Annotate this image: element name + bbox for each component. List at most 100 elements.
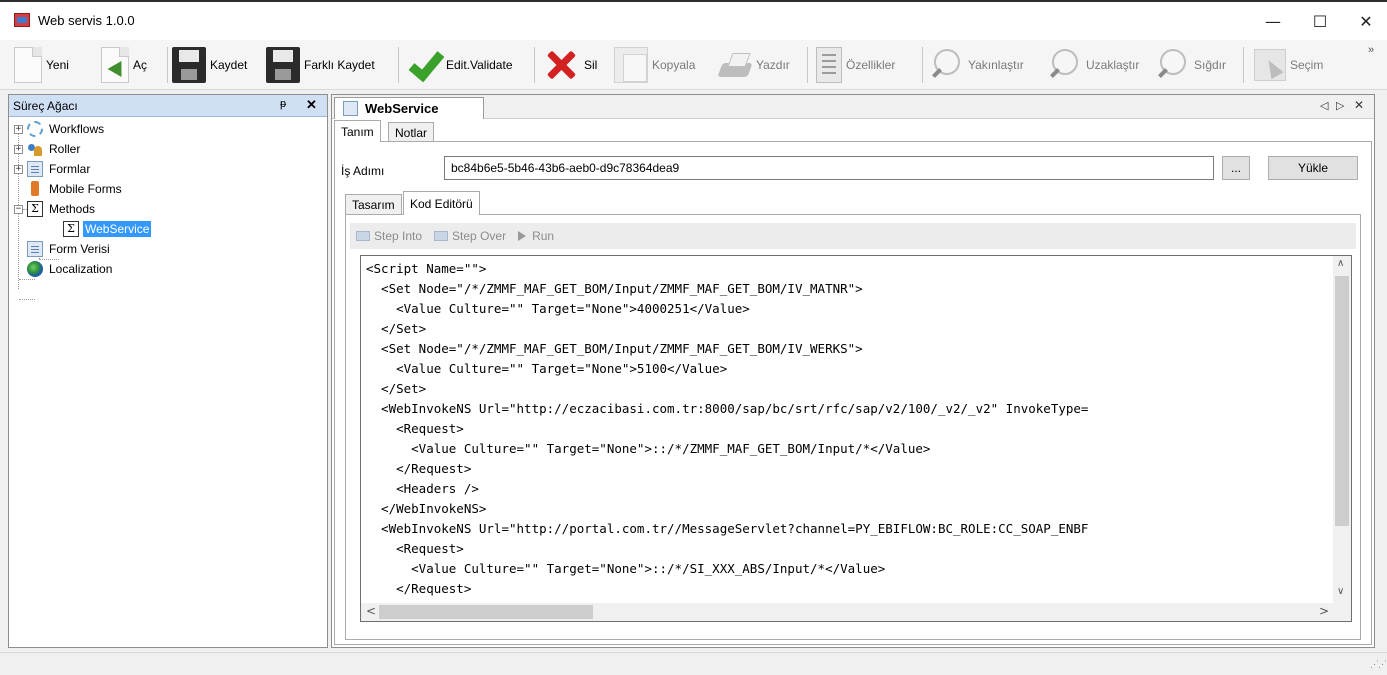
minimize-button[interactable]: — [1250,6,1296,36]
select-button[interactable]: Seçim [1252,45,1323,85]
properties-icon [816,47,842,83]
copy-button[interactable]: Kopyala [614,45,695,85]
close-icon[interactable]: ✕ [306,97,317,113]
zoom-out-button[interactable]: Uzaklaştır [1048,45,1139,85]
process-tree-title: Süreç Ağacı [13,98,78,113]
tab-close-icon[interactable]: ✕ [1354,98,1364,112]
form-icon [27,241,43,257]
save-as-disk-icon [266,47,300,83]
validate-button[interactable]: Edit.Validate [404,45,513,85]
title-bar: Web servis 1.0.0 — ☐ ✕ [0,0,1387,40]
vertical-scrollbar[interactable]: ∧ ∨ [1333,256,1351,603]
step-into-button[interactable]: Step Into [356,229,422,243]
workflow-gear-icon [27,121,43,137]
vertical-scroll-thumb[interactable] [1335,276,1349,526]
tree-item-workflows[interactable]: + Workflows [14,119,106,139]
definition-pane: İş Adımı ... Yükle Tasarım Kod Editörü S… [334,141,1372,645]
expand-icon[interactable]: + [14,144,23,154]
tab-scroll-right-icon[interactable]: ▷ [1336,99,1344,112]
delete-x-icon [542,47,580,83]
document-tab-bar: WebService ◁ ▷ ✕ [332,95,1374,119]
fit-button[interactable]: Sığdır [1156,45,1226,85]
code-line: <Headers /> [366,481,479,496]
sigma-icon: Σ [27,201,43,217]
tree-item-label: Formlar [49,162,91,176]
tab-design[interactable]: Tasarım [345,194,402,214]
save-button[interactable]: Kaydet [172,45,247,85]
expand-icon[interactable]: + [14,164,23,174]
load-button[interactable]: Yükle [1268,156,1358,180]
step-into-label: Step Into [374,229,423,243]
tree-item-form-data[interactable]: Form Verisi [27,239,112,259]
scroll-right-icon[interactable]: > [1319,604,1329,618]
work-step-input[interactable] [444,156,1214,180]
status-bar: ⋰⋰ [0,652,1387,675]
toolbar-overflow-button[interactable]: » [1368,44,1374,56]
validate-button-label: Edit.Validate [446,58,513,72]
tree-item-mobile-forms[interactable]: Mobile Forms [27,179,124,199]
maximize-button[interactable]: ☐ [1297,6,1343,36]
pin-icon[interactable]: ᵽ [280,98,286,110]
fit-button-label: Sığdır [1194,58,1227,72]
open-icon [101,47,129,83]
code-line: <Request> [366,421,464,436]
delete-button[interactable]: Sil [542,45,597,85]
run-button[interactable]: Run [518,229,554,243]
code-line: <Value Culture="" Target="None">::/*/ZMM… [366,441,931,456]
document-tab-webservice[interactable]: WebService [334,97,484,119]
globe-icon [27,261,43,277]
code-line: <Script Name=""> [366,261,487,276]
code-line: </Request> [366,461,472,476]
tab-notes[interactable]: Notlar [388,122,435,142]
properties-button[interactable]: Özellikler [816,45,895,85]
tree-item-roles[interactable]: + Roller [14,139,82,159]
code-line: </Request> [366,581,472,596]
new-button-label: Yeni [46,58,69,72]
code-line: </Set> [366,321,427,336]
close-window-button[interactable]: ✕ [1343,6,1387,36]
tree-connector [19,279,35,280]
tree-connector [19,299,35,300]
toolbar-separator [1243,47,1244,83]
save-as-button[interactable]: Farklı Kaydet [266,45,375,85]
tab-definition[interactable]: Tanım [334,120,381,142]
resize-grip-icon[interactable]: ⋰⋰ [1370,659,1387,670]
step-over-button[interactable]: Step Over [434,229,506,243]
tab-code-editor[interactable]: Kod Editörü [403,191,480,215]
code-line: <WebInvokeNS Url="http://eczacibasi.com.… [366,401,1089,416]
tree-item-label: Mobile Forms [49,182,122,196]
browse-button[interactable]: ... [1222,156,1250,180]
scroll-down-icon[interactable]: ∨ [1337,586,1344,597]
expand-icon[interactable]: + [14,124,23,134]
tab-scroll-left-icon[interactable]: ◁ [1320,99,1328,112]
main-toolbar: Yeni Aç Kaydet Farklı Kaydet Edit.Valida… [0,40,1387,90]
code-line: <Set Node="/*/ZMMF_MAF_GET_BOM/Input/ZMM… [366,341,863,356]
horizontal-scrollbar[interactable]: < > [361,603,1351,621]
save-disk-icon [172,47,206,83]
step-over-icon [434,231,449,241]
open-button[interactable]: Aç [101,45,147,85]
tree-item-methods[interactable]: − Σ Methods [14,199,97,219]
print-button[interactable]: Yazdır [718,45,790,85]
delete-button-label: Sil [584,58,598,72]
zoom-in-button[interactable]: Yakınlaştır [930,45,1024,85]
toolbar-separator [922,47,923,83]
document-icon [343,101,358,116]
collapse-icon[interactable]: − [14,204,23,214]
horizontal-scroll-thumb[interactable] [379,605,593,619]
tree-item-label: Form Verisi [49,242,110,256]
tree-item-webservice[interactable]: Σ WebService [63,219,152,239]
tree-item-forms[interactable]: + Formlar [14,159,92,179]
document-tab-label: WebService [365,101,439,116]
scroll-up-icon[interactable]: ∧ [1337,258,1344,269]
code-text[interactable]: <Script Name=""> <Set Node="/*/ZMMF_MAF_… [366,259,1326,599]
scroll-left-icon[interactable]: < [366,604,376,618]
copy-button-label: Kopyala [652,58,696,72]
properties-button-label: Özellikler [846,58,896,72]
save-as-button-label: Farklı Kaydet [304,58,375,72]
select-button-label: Seçim [1290,58,1324,72]
new-button[interactable]: Yeni [14,45,69,85]
tree-item-localization[interactable]: Localization [27,259,114,279]
code-editor[interactable]: <Script Name=""> <Set Node="/*/ZMMF_MAF_… [360,255,1352,622]
app-icon [14,13,30,27]
